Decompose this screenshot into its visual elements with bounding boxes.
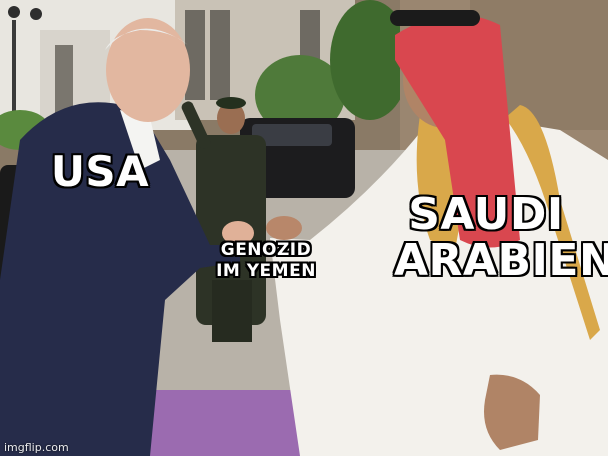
right-man-fist [266,216,302,240]
caption-usa: USA [50,147,150,196]
caption-saudi-line1: SAUDI [408,189,564,240]
caption-saudi-arabia: SAUDI ARABIEN [394,189,608,287]
caption-genocide: GENOZID IM YEMEN [214,240,318,283]
imgflip-watermark: imgflip.com [4,441,69,454]
guard-legs [212,280,252,342]
guard-beret [216,97,246,109]
meme-image: USA GENOZID IM YEMEN SAUDI ARABIEN imgfl… [0,0,608,456]
building-window [210,10,230,100]
lamp-head [30,8,42,20]
left-man-head [106,18,190,122]
lamp-head [8,6,20,18]
caption-saudi-line2: ARABIEN [394,235,608,287]
caption-genocide-line1: GENOZID [220,240,312,260]
building-window [55,45,73,115]
right-man-agal [390,10,480,26]
caption-genocide-line2: IM YEMEN [216,261,316,282]
